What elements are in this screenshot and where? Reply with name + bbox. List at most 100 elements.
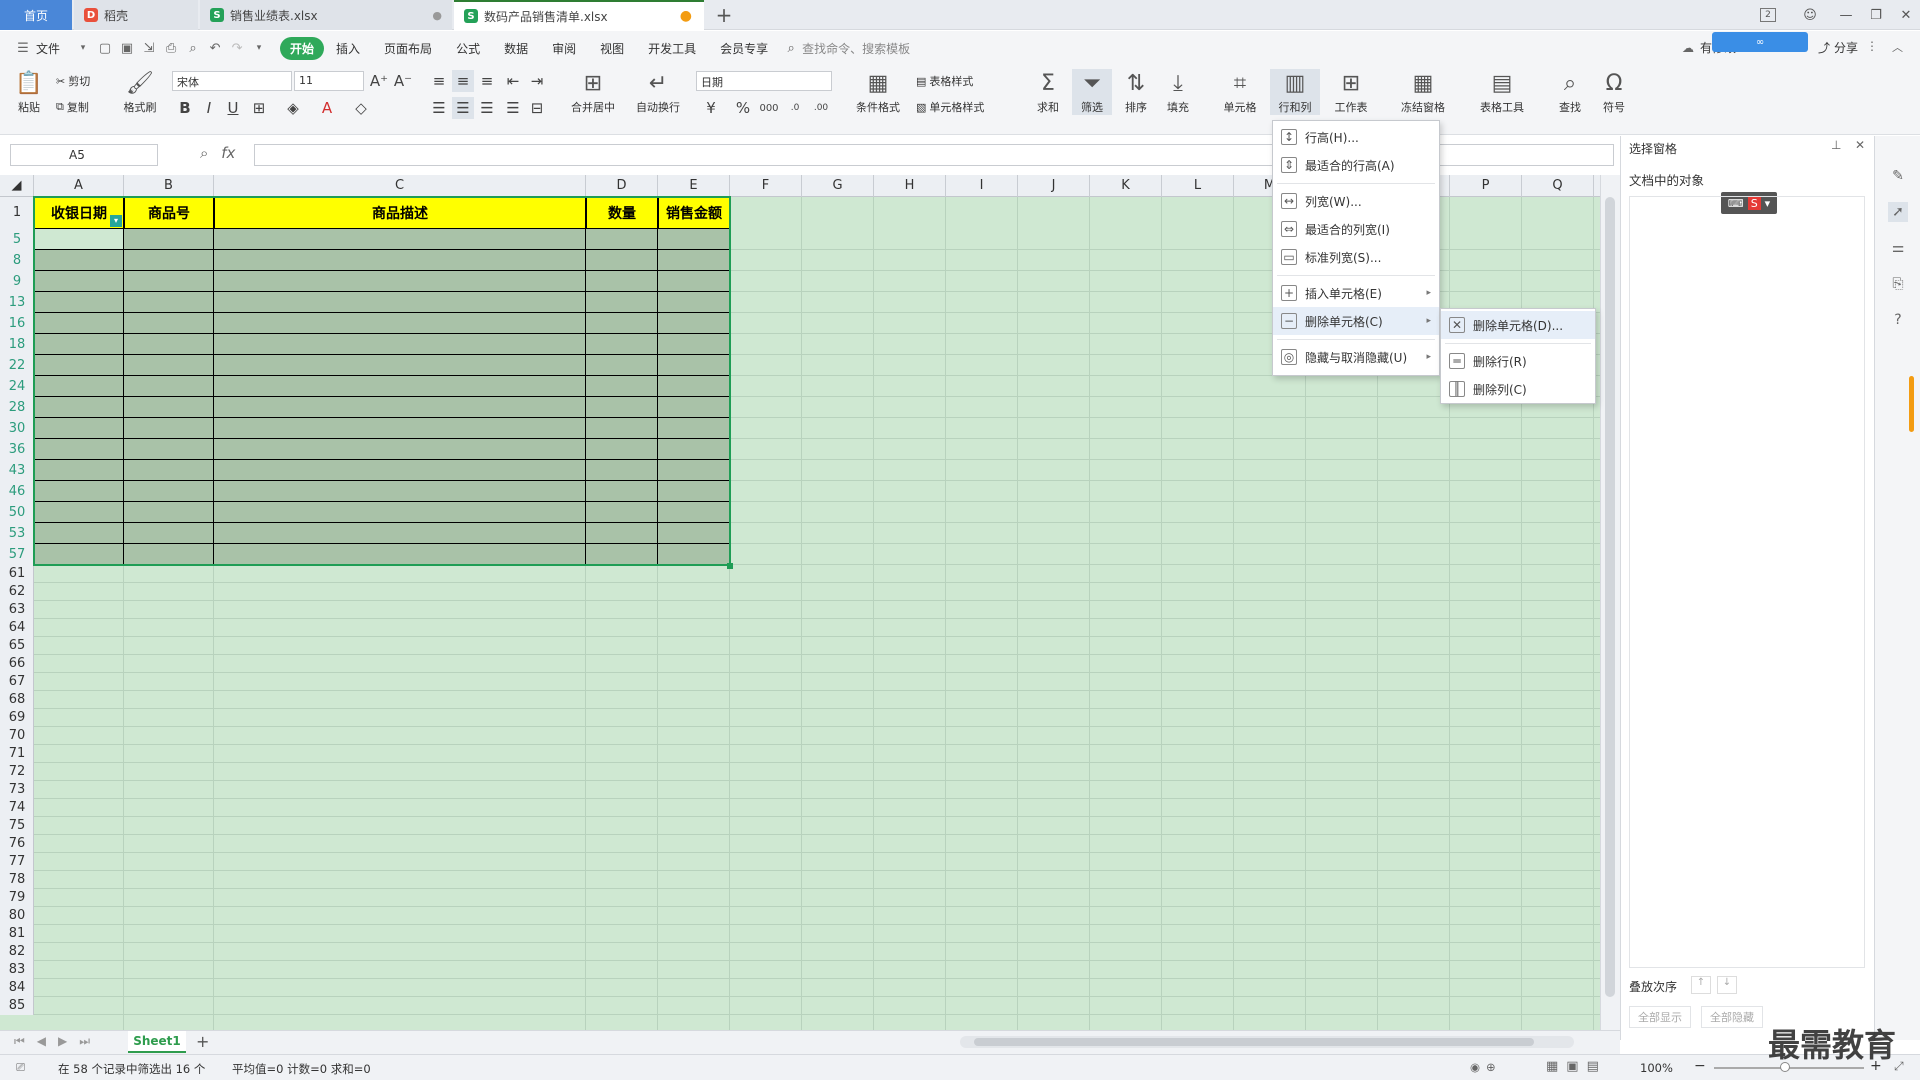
header-cell[interactable]: 商品描述	[214, 197, 586, 229]
print-icon[interactable]: ⎙	[160, 37, 182, 59]
header-cell[interactable]: 数量	[586, 197, 658, 229]
table-cell[interactable]	[214, 397, 586, 418]
table-cell[interactable]	[658, 481, 730, 502]
row-header[interactable]: 63	[0, 602, 34, 617]
table-cell[interactable]	[214, 355, 586, 376]
table-cell[interactable]	[34, 397, 124, 418]
tab-sales-performance[interactable]: S 销售业绩表.xlsx ●	[200, 0, 452, 30]
vertical-scroll-thumb[interactable]	[1605, 197, 1615, 997]
row-header[interactable]: 30	[0, 421, 34, 436]
align-middle-icon[interactable]: ≡	[452, 70, 474, 92]
increase-decimal-icon[interactable]: .0	[784, 97, 806, 119]
cloud-badge[interactable]: ∞	[1712, 32, 1808, 52]
table-cell[interactable]	[34, 502, 124, 523]
cut-button[interactable]: ✂ 剪切	[56, 73, 90, 89]
row-header[interactable]: 81	[0, 926, 34, 941]
merge-center-button[interactable]: ⊞ 合并居中	[562, 69, 624, 115]
menu-insert[interactable]: 插入	[324, 40, 372, 57]
table-cell[interactable]	[214, 229, 586, 250]
table-cell[interactable]	[124, 271, 214, 292]
column-header-c[interactable]: C	[214, 175, 586, 197]
sheet-nav-icons[interactable]: ⏮◀▶⏭	[14, 1034, 102, 1049]
table-cell[interactable]	[34, 250, 124, 271]
fx-icon[interactable]: fx	[221, 144, 235, 162]
freeze-panes-button[interactable]: ▦ 冻结窗格	[1392, 69, 1454, 115]
table-cell[interactable]	[586, 334, 658, 355]
menu-formulas[interactable]: 公式	[444, 40, 492, 57]
table-cell[interactable]	[658, 334, 730, 355]
row-header[interactable]: 53	[0, 526, 34, 541]
column-header-j[interactable]: J	[1018, 175, 1090, 197]
align-bottom-icon[interactable]: ≡	[476, 70, 498, 92]
row-header[interactable]: 1	[0, 205, 34, 220]
table-cell[interactable]	[124, 292, 214, 313]
objects-list[interactable]	[1629, 196, 1865, 968]
zoom-out-icon[interactable]: −	[1694, 1058, 1706, 1074]
file-menu[interactable]: 文件	[34, 40, 72, 57]
table-cell[interactable]	[214, 439, 586, 460]
table-cell[interactable]	[124, 523, 214, 544]
save-icon[interactable]: ▣	[116, 37, 138, 59]
table-cell[interactable]	[658, 397, 730, 418]
table-cell[interactable]	[214, 292, 586, 313]
table-cell[interactable]	[124, 250, 214, 271]
column-header-q[interactable]: Q	[1522, 175, 1594, 197]
table-cell[interactable]	[34, 418, 124, 439]
font-color-icon[interactable]: A	[316, 97, 338, 119]
minimize-icon[interactable]: —	[1836, 5, 1856, 25]
row-header[interactable]: 36	[0, 442, 34, 457]
horizontal-scrollbar[interactable]	[960, 1036, 1574, 1048]
column-header-p[interactable]: P	[1450, 175, 1522, 197]
sum-button[interactable]: Σ 求和	[1030, 69, 1066, 115]
tab-digital-products[interactable]: S 数码产品销售清单.xlsx ●	[454, 0, 704, 30]
name-box[interactable]: A5	[10, 144, 158, 166]
table-cell[interactable]	[658, 460, 730, 481]
more-icon[interactable]: ⋮	[1866, 39, 1878, 53]
table-cell[interactable]	[124, 460, 214, 481]
table-cell[interactable]	[34, 334, 124, 355]
table-cell[interactable]	[214, 523, 586, 544]
column-header-l[interactable]: L	[1162, 175, 1234, 197]
row-header[interactable]: 75	[0, 818, 34, 833]
table-cell[interactable]	[124, 544, 214, 565]
menu-item-row-height[interactable]: ↕ 行高(H)...	[1273, 123, 1439, 151]
restore-icon[interactable]: ❐	[1866, 5, 1886, 25]
table-cell[interactable]	[124, 502, 214, 523]
underline-icon[interactable]: U	[222, 97, 244, 119]
table-cell[interactable]	[586, 502, 658, 523]
window-count-badge[interactable]: 2	[1760, 8, 1776, 22]
table-tools-button[interactable]: ▤ 表格工具	[1472, 69, 1532, 115]
format-painter-button[interactable]: 🖌 格式刷	[120, 69, 160, 115]
find-button[interactable]: ⌕ 查找	[1552, 69, 1588, 115]
table-cell[interactable]	[586, 229, 658, 250]
decrease-decimal-icon[interactable]: .00	[810, 97, 832, 119]
row-col-button[interactable]: ▥ 行和列	[1270, 69, 1320, 115]
menu-item-autofit-col[interactable]: ⇔ 最适合的列宽(I)	[1273, 215, 1439, 243]
align-left-icon[interactable]: ☰	[428, 97, 450, 119]
row-header[interactable]: 9	[0, 274, 34, 289]
tab-close-icon[interactable]: ●	[432, 9, 442, 22]
table-cell[interactable]	[214, 460, 586, 481]
undo-icon[interactable]: ↶	[204, 37, 226, 59]
row-header[interactable]: 70	[0, 728, 34, 743]
hide-all-button[interactable]: 全部隐藏	[1701, 1006, 1763, 1028]
row-header[interactable]: 82	[0, 944, 34, 959]
table-cell[interactable]	[586, 313, 658, 334]
table-cell[interactable]	[658, 376, 730, 397]
table-cell[interactable]	[658, 250, 730, 271]
table-cell[interactable]	[124, 313, 214, 334]
row-header[interactable]: 76	[0, 836, 34, 851]
table-cell[interactable]	[34, 481, 124, 502]
tab-docer[interactable]: D 稻壳	[74, 0, 198, 30]
table-cell[interactable]	[34, 292, 124, 313]
zoom-formula-icon[interactable]: ⌕	[200, 144, 208, 162]
header-cell[interactable]: 商品号	[124, 197, 214, 229]
table-cell[interactable]	[214, 376, 586, 397]
menu-item-col-width[interactable]: ↔ 列宽(W)...	[1273, 187, 1439, 215]
row-header[interactable]: 83	[0, 962, 34, 977]
row-header[interactable]: 24	[0, 379, 34, 394]
table-cell[interactable]	[658, 355, 730, 376]
row-header[interactable]: 80	[0, 908, 34, 923]
table-cell[interactable]	[34, 271, 124, 292]
add-sheet-button[interactable]: +	[196, 1032, 209, 1051]
